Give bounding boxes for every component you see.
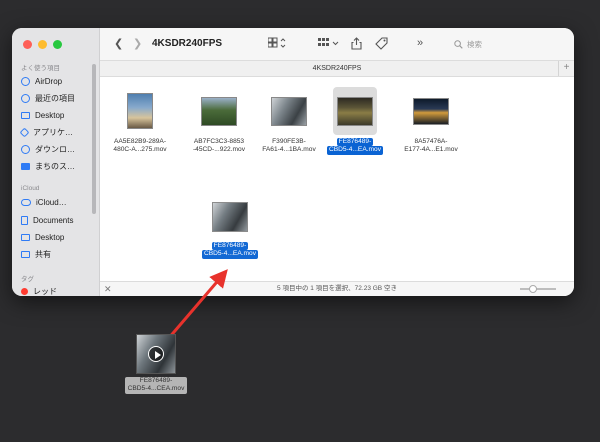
play-icon: [148, 346, 164, 362]
red-arrow: [166, 269, 228, 340]
video-thumbnail: [136, 334, 176, 374]
arrow-annotation: [166, 269, 228, 340]
desktop-file[interactable]: FE876489- CBD5-4...CEA.mov: [118, 334, 194, 394]
desktop-file-name: FE876489- CBD5-4...CEA.mov: [124, 377, 188, 394]
